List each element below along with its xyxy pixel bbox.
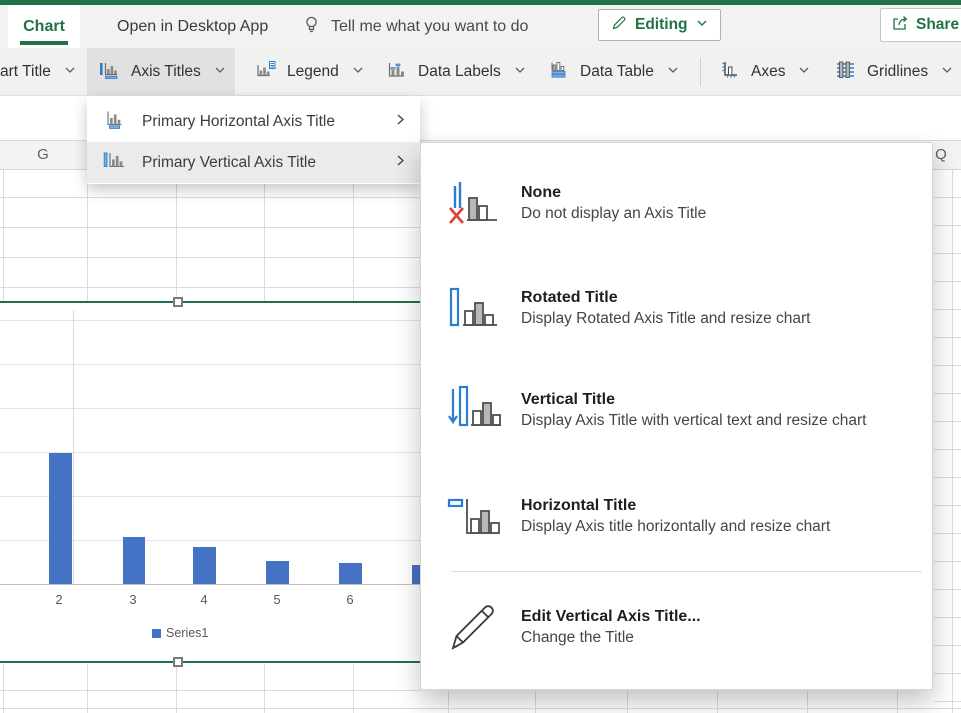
chevron-down-icon [514, 63, 526, 81]
chart-title-label: art Title [0, 63, 51, 81]
tab-chart[interactable]: Chart [8, 5, 80, 48]
primary-horizontal-axis-icon [103, 109, 126, 135]
tab-active-underline [20, 41, 68, 45]
chevron-down-icon [667, 63, 679, 81]
ribbon-button-gridlines[interactable]: Gridlines [822, 48, 961, 96]
pencil-icon [611, 15, 627, 36]
chart-bar [193, 547, 216, 584]
share-button[interactable]: Share [880, 8, 961, 42]
chart-bar [412, 565, 420, 584]
ribbon-button-data-labels[interactable]: Data Labels [374, 48, 538, 96]
ribbon-button-axis-titles[interactable]: Axis Titles [87, 48, 235, 96]
menu-item-label: Primary Horizontal Axis Title [142, 113, 335, 131]
edit-pencil-icon [447, 598, 501, 659]
legend-swatch [152, 629, 161, 638]
ribbon-button-data-table[interactable]: Data Table [536, 48, 691, 96]
submenu-divider [451, 571, 922, 572]
column-header-g[interactable]: G [26, 141, 60, 169]
editing-mode-button[interactable]: Editing [598, 9, 721, 41]
axis-titles-label: Axis Titles [131, 63, 201, 81]
share-icon [891, 14, 909, 37]
chart-x-axis-label: 6 [346, 592, 353, 607]
chart-x-axis-label: 4 [200, 592, 207, 607]
submenu-item-rotated-title[interactable]: Rotated Title Display Rotated Axis Title… [421, 279, 932, 329]
chart-bar [49, 453, 72, 584]
axes-label: Axes [751, 63, 785, 81]
tab-chart-label: Chart [23, 18, 65, 36]
chevron-down-icon [941, 63, 953, 81]
gridlines-label: Gridlines [867, 63, 928, 81]
excel-online-window: G Q [0, 0, 961, 713]
submenu-item-none[interactable]: None Do not display an Axis Title [421, 174, 932, 224]
chart-resize-handle-bottom[interactable] [173, 657, 183, 667]
none-axis-title-icon [447, 174, 505, 237]
axis-titles-dropdown-menu: Primary Horizontal Axis Title Primary Ve… [87, 96, 420, 184]
ribbon-button-axes[interactable]: Axes [707, 48, 822, 96]
chart-resize-handle-top[interactable] [173, 297, 183, 307]
chart-vertical-gridline [73, 310, 74, 585]
primary-vertical-axis-icon [103, 150, 126, 176]
legend-button-icon [255, 59, 276, 85]
submenu-item-title: Vertical Title [521, 389, 932, 410]
chevron-down-icon [696, 16, 708, 34]
submenu-item-title: Horizontal Title [521, 495, 932, 516]
chart-x-axis-label: 3 [129, 592, 136, 607]
chevron-right-icon [394, 113, 407, 131]
submenu-item-desc: Change the Title [521, 627, 932, 648]
top-app-bar: Chart Open in Desktop App Tell me what y… [0, 0, 961, 48]
submenu-item-desc: Display Rotated Axis Title and resize ch… [521, 308, 932, 329]
submenu-item-desc: Do not display an Axis Title [521, 203, 932, 224]
chart-bar [123, 537, 145, 584]
menu-item-primary-horizontal-axis-title[interactable]: Primary Horizontal Axis Title [87, 101, 420, 142]
rotated-title-icon [447, 285, 505, 336]
chevron-down-icon [798, 63, 810, 81]
vertical-title-icon [447, 383, 505, 438]
sheet-rows-right[interactable] [934, 170, 961, 713]
legend-label: Legend [287, 63, 339, 81]
submenu-item-vertical-title[interactable]: Vertical Title Display Axis Title with v… [421, 381, 932, 431]
chart-x-axis-label: 2 [55, 592, 62, 607]
gridlines-icon [834, 59, 856, 85]
submenu-item-desc: Display Axis Title with vertical text an… [521, 410, 932, 431]
chevron-down-icon [214, 63, 226, 81]
axes-icon [719, 59, 740, 85]
share-label: Share [916, 16, 959, 34]
chevron-down-icon [352, 63, 364, 81]
ribbon-button-chart-title[interactable]: art Title [0, 48, 88, 96]
open-in-desktop-button[interactable]: Open in Desktop App [117, 5, 268, 48]
chart-bar [339, 563, 362, 584]
submenu-item-edit-vertical-axis-title[interactable]: Edit Vertical Axis Title... Change the T… [421, 598, 932, 648]
embedded-bar-chart[interactable]: 2 3 4 5 6 Series1 [0, 304, 420, 662]
chart-bar [266, 561, 289, 584]
axis-titles-icon [99, 59, 120, 85]
data-table-label: Data Table [580, 63, 654, 81]
submenu-item-horizontal-title[interactable]: Horizontal Title Display Axis title hori… [421, 487, 932, 537]
menu-item-label: Primary Vertical Axis Title [142, 154, 316, 172]
chart-selection-border-top [0, 301, 420, 303]
tell-me-search[interactable]: Tell me what you want to do [331, 5, 528, 48]
menu-item-primary-vertical-axis-title[interactable]: Primary Vertical Axis Title [87, 142, 420, 183]
legend-label: Series1 [166, 626, 208, 640]
submenu-item-desc: Display Axis title horizontally and resi… [521, 516, 932, 537]
submenu-item-title: None [521, 182, 932, 203]
vertical-axis-title-submenu: None Do not display an Axis Title Rotate… [420, 142, 933, 690]
horizontal-title-icon [447, 493, 505, 544]
lightbulb-icon [302, 15, 321, 39]
ribbon-divider [700, 58, 701, 86]
chart-selection-border-bottom [0, 661, 420, 663]
data-labels-icon [386, 59, 407, 85]
chart-legend[interactable]: Series1 [152, 626, 208, 640]
submenu-item-title: Rotated Title [521, 287, 932, 308]
ribbon: art Title Axis Titles Legend Data Labels [0, 48, 961, 96]
editing-label: Editing [635, 16, 688, 34]
submenu-item-title: Edit Vertical Axis Title... [521, 606, 932, 627]
data-table-icon [548, 59, 569, 85]
data-labels-label: Data Labels [418, 63, 501, 81]
chevron-down-icon [64, 63, 76, 81]
chart-x-axis-label: 5 [273, 592, 280, 607]
chart-x-axis-line [0, 584, 420, 585]
ribbon-button-legend[interactable]: Legend [243, 48, 376, 96]
chevron-right-icon [394, 154, 407, 172]
